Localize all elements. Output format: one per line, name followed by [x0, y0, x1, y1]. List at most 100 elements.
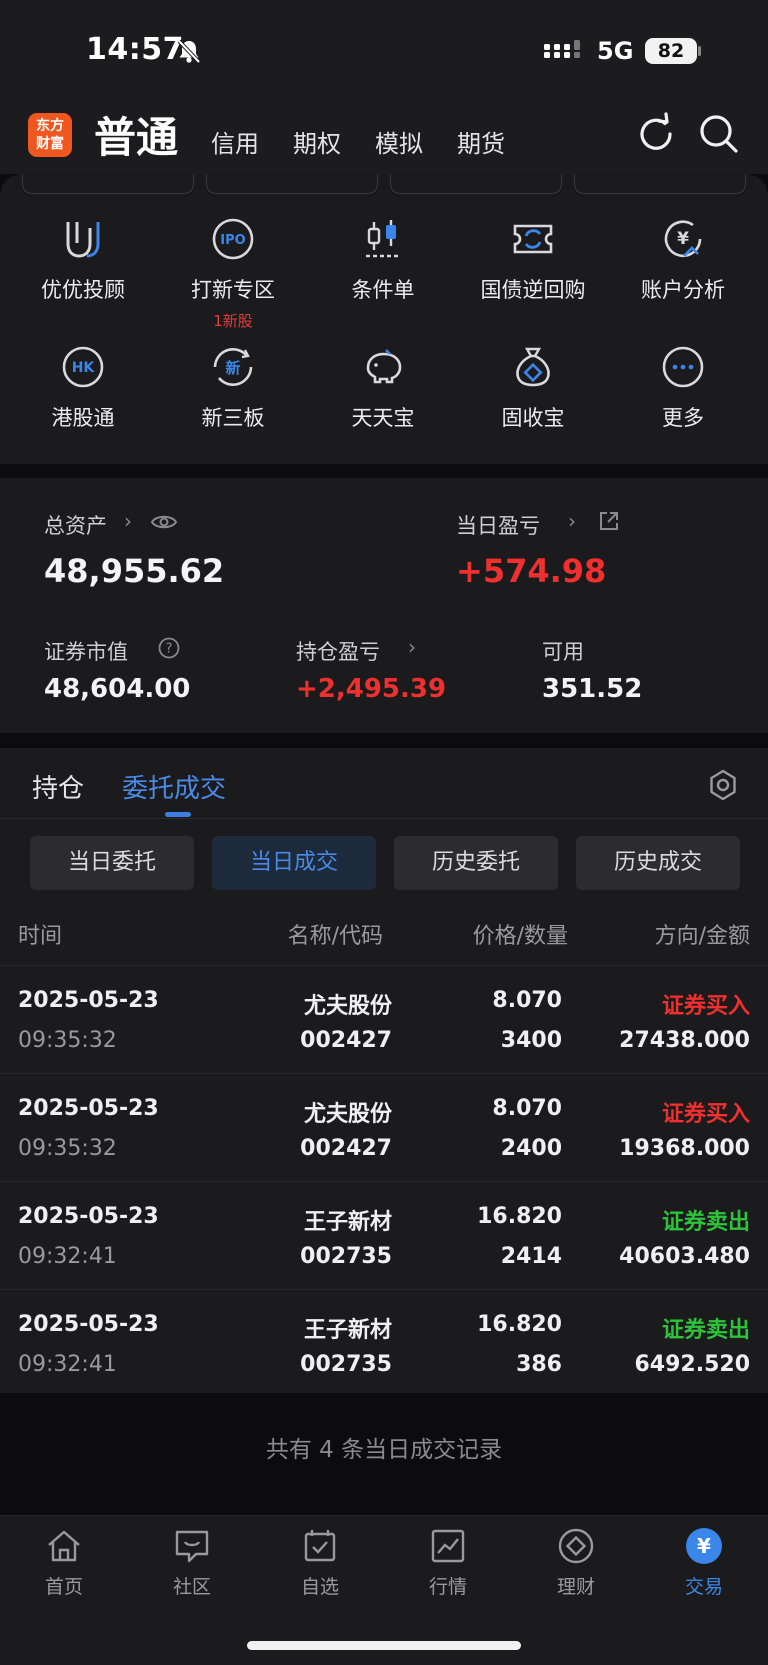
svg-text:新: 新	[225, 359, 240, 377]
chevron-right-icon: ›	[124, 509, 132, 533]
new-board-icon: 新	[213, 348, 253, 386]
svg-text:?: ?	[166, 642, 173, 657]
svg-text:¥: ¥	[697, 1534, 711, 1558]
quick-function-grid: 优优投顾 IPO 打新专区 1新股 条件单 国债逆回购 ¥ 账户分析 HK 港股…	[0, 174, 768, 464]
grid-item-uu-advisor[interactable]: 优优投顾	[8, 216, 158, 304]
piggy-bank-icon	[366, 349, 402, 384]
table-row[interactable]: 2025-05-23 09:35:32 尤夫股份 002427 8.070 34…	[0, 965, 768, 1073]
total-assets-label[interactable]: 总资产	[44, 510, 107, 540]
svg-text:¥: ¥	[677, 229, 689, 249]
search-icon[interactable]	[697, 112, 741, 156]
more-icon	[662, 346, 704, 388]
chevron-right-icon: ›	[408, 635, 416, 659]
tab-credit[interactable]: 信用	[211, 124, 259, 159]
tab-orders-trades[interactable]: 委托成交	[122, 768, 226, 805]
peek-tab	[206, 174, 378, 194]
gear-icon[interactable]	[706, 768, 740, 802]
grid-item-account-analysis[interactable]: ¥ 账户分析	[608, 216, 758, 304]
grid-item-conditional-order[interactable]: 条件单	[308, 216, 458, 304]
divider	[0, 818, 768, 819]
bell-muted-icon	[177, 39, 201, 64]
orders-section: 持仓 委托成交 当日委托 当日成交 历史委托 历史成交 时间 名称/代码 价格/…	[0, 748, 768, 1393]
battery-indicator: 82	[645, 38, 697, 64]
grid-item-ipo[interactable]: IPO 打新专区 1新股	[158, 216, 308, 331]
yuan-chart-icon: ¥	[664, 220, 702, 258]
network-type: 5G	[597, 37, 634, 65]
battery-tip	[698, 46, 701, 56]
nav-home[interactable]: 首页	[0, 1526, 128, 1599]
available-value: 351.52	[542, 674, 643, 704]
daily-pl-label[interactable]: 当日盈亏	[456, 510, 540, 540]
nav-wealth[interactable]: 理财	[512, 1526, 640, 1599]
money-bag-icon	[516, 347, 550, 387]
wealth-icon	[558, 1528, 594, 1564]
grid-item-more[interactable]: 更多	[608, 344, 758, 432]
tab-options[interactable]: 期权	[293, 124, 341, 159]
eye-icon[interactable]	[150, 512, 178, 532]
active-tab-indicator	[165, 812, 191, 817]
column-header-name-code: 名称/代码	[287, 924, 383, 949]
candlestick-icon	[366, 220, 400, 258]
svg-text:HK: HK	[72, 360, 96, 376]
help-icon[interactable]: ?	[158, 637, 180, 659]
grid-item-hk-connect[interactable]: HK 港股通	[8, 344, 158, 432]
new-stock-badge: 1新股	[213, 312, 253, 330]
market-value-label: 证券市值	[44, 640, 128, 664]
direction-sell: 证券卖出	[661, 1318, 750, 1343]
subtab-history-trades[interactable]: 历史成交	[576, 836, 740, 890]
position-pl-label[interactable]: 持仓盈亏	[296, 636, 380, 666]
tab-positions[interactable]: 持仓	[32, 768, 84, 805]
cellular-signal-icon	[544, 40, 580, 58]
account-header: 东方 财富 普通 信用 期权 模拟 期货	[0, 100, 768, 174]
table-row[interactable]: 2025-05-23 09:32:41 王子新材 002735 16.820 3…	[0, 1289, 768, 1397]
trade-yuan-icon: ¥	[686, 1528, 722, 1564]
uu-advisor-icon	[66, 222, 100, 258]
home-icon	[48, 1530, 80, 1562]
peek-tab	[22, 174, 194, 194]
repo-icon	[513, 224, 553, 254]
market-value: 48,604.00	[44, 674, 191, 704]
svg-text:IPO: IPO	[220, 233, 245, 248]
watchlist-icon	[304, 1530, 336, 1562]
column-header-time: 时间	[18, 924, 63, 949]
nav-trade[interactable]: ¥ 交易	[640, 1526, 768, 1599]
app-logo: 东方 财富	[28, 113, 72, 157]
direction-sell: 证券卖出	[661, 1210, 750, 1235]
subtab-today-trades[interactable]: 当日成交	[212, 836, 376, 890]
peek-tab	[574, 174, 746, 194]
grid-item-gushoubao[interactable]: 固收宝	[458, 344, 608, 432]
column-header-direction-amount: 方向/金额	[654, 924, 750, 949]
account-type-title[interactable]: 普通	[94, 104, 178, 165]
peek-tab	[390, 174, 562, 194]
grid-item-treasury-repo[interactable]: 国债逆回购	[458, 216, 608, 304]
grid-item-new-third-board[interactable]: 新 新三板	[158, 344, 308, 432]
grid-item-tiantianbao[interactable]: 天天宝	[308, 344, 458, 432]
subtab-today-orders[interactable]: 当日委托	[30, 836, 194, 890]
column-header-price-qty: 价格/数量	[472, 924, 568, 949]
refresh-icon[interactable]	[634, 112, 678, 156]
nav-community[interactable]: 社区	[128, 1526, 256, 1599]
direction-buy: 证券买入	[661, 994, 750, 1019]
chevron-right-icon: ›	[568, 509, 576, 533]
ipo-icon: IPO	[212, 218, 254, 260]
tab-futures[interactable]: 期货	[457, 124, 505, 159]
nav-watchlist[interactable]: 自选	[256, 1526, 384, 1599]
table-row[interactable]: 2025-05-23 09:35:32 尤夫股份 002427 8.070 24…	[0, 1073, 768, 1181]
market-chart-icon	[431, 1529, 465, 1563]
hk-icon: HK	[62, 346, 104, 388]
subtab-history-orders[interactable]: 历史委托	[394, 836, 558, 890]
community-icon	[175, 1530, 209, 1563]
nav-market[interactable]: 行情	[384, 1526, 512, 1599]
tab-simulation[interactable]: 模拟	[375, 124, 423, 159]
daily-pl-value: +574.98	[456, 552, 607, 590]
home-indicator[interactable]	[247, 1641, 521, 1650]
share-external-icon[interactable]	[598, 510, 620, 532]
direction-buy: 证券买入	[661, 1102, 750, 1127]
status-time: 14:57	[86, 32, 184, 67]
trade-record-summary: 共有 4 条当日成交记录	[0, 1395, 768, 1515]
total-assets-value: 48,955.62	[44, 552, 225, 590]
asset-summary: 总资产 › 48,955.62 当日盈亏 › +574.98 证券市值 ? 48…	[0, 478, 768, 733]
position-pl-value: +2,495.39	[296, 674, 447, 704]
table-row[interactable]: 2025-05-23 09:32:41 王子新材 002735 16.820 2…	[0, 1181, 768, 1289]
available-label: 可用	[542, 640, 584, 664]
